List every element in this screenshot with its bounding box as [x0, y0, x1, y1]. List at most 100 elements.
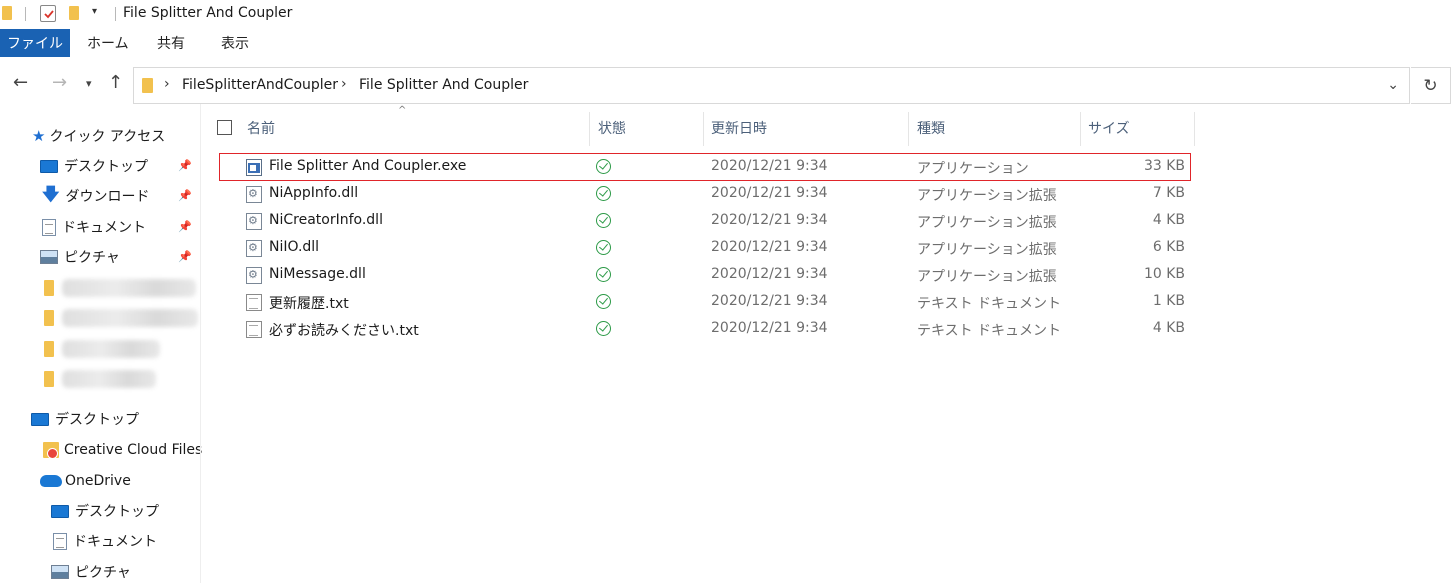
file-name: NiMessage.dll — [269, 266, 366, 282]
pictures-icon — [40, 250, 58, 264]
column-header-modified[interactable]: 更新日時 — [711, 108, 767, 148]
nav-label: クイック アクセス — [49, 129, 166, 145]
properties-icon[interactable] — [40, 5, 56, 22]
column-header-size[interactable]: サイズ — [1088, 108, 1130, 148]
column-header-name[interactable]: 名前 — [247, 108, 275, 148]
file-type: アプリケーション拡張 — [917, 269, 1057, 285]
desktop-icon — [31, 412, 49, 426]
nav-item-desktop[interactable]: デスクトップ — [40, 153, 148, 179]
refresh-button[interactable]: ↻ — [1411, 67, 1451, 104]
nav-item-folder[interactable] — [44, 366, 54, 392]
document-icon — [53, 532, 67, 550]
file-row[interactable]: NiCreatorInfo.dll 2020/12/21 9:34 アプリケーシ… — [201, 208, 1201, 235]
tab-view[interactable]: 表示 — [221, 29, 249, 57]
redacted-label — [62, 279, 196, 297]
file-name: File Splitter And Coupler.exe — [269, 158, 467, 174]
window-title: File Splitter And Coupler — [123, 5, 293, 21]
nav-item-onedrive-documents[interactable]: ドキュメント — [53, 528, 157, 554]
column-divider[interactable] — [1194, 112, 1195, 146]
file-size: 4 KB — [1152, 320, 1185, 336]
file-modified: 2020/12/21 9:34 — [711, 293, 828, 309]
column-header-status[interactable]: 状態 — [598, 108, 626, 148]
pictures-icon — [51, 565, 69, 579]
column-divider[interactable] — [908, 112, 909, 146]
pin-icon[interactable]: 📌 — [178, 159, 192, 172]
folder-icon — [44, 310, 54, 326]
nav-item-folder[interactable] — [44, 275, 54, 301]
select-all-checkbox[interactable] — [217, 120, 232, 135]
folder-icon — [142, 78, 153, 93]
pin-icon[interactable]: 📌 — [178, 220, 192, 233]
ribbon-tabs: ファイル ホーム 共有 表示 — [0, 29, 1456, 58]
text-file-icon — [246, 294, 262, 311]
breadcrumb-parent[interactable]: FileSplitterAndCoupler — [182, 77, 338, 93]
file-row[interactable]: NiIO.dll 2020/12/21 9:34 アプリケーション拡張 6 KB — [201, 235, 1201, 262]
nav-label: ピクチャ — [75, 565, 131, 581]
divider — [115, 7, 116, 21]
nav-item-onedrive-desktop[interactable]: デスクトップ — [51, 498, 159, 524]
file-size: 6 KB — [1152, 239, 1185, 255]
nav-item-creative-cloud[interactable]: Creative Cloud Files — [43, 437, 202, 463]
chevron-right-icon[interactable]: › — [341, 76, 347, 92]
nav-item-folder[interactable] — [44, 305, 54, 331]
pin-icon[interactable]: 📌 — [178, 250, 192, 263]
back-button[interactable]: ← — [13, 72, 28, 93]
file-modified: 2020/12/21 9:34 — [711, 239, 828, 255]
document-icon — [42, 218, 56, 236]
creative-cloud-folder-icon — [43, 442, 59, 459]
column-header-type[interactable]: 種類 — [917, 108, 945, 148]
nav-item-pictures[interactable]: ピクチャ — [40, 244, 120, 270]
file-row[interactable]: 必ずお読みください.txt 2020/12/21 9:34 テキスト ドキュメン… — [201, 316, 1201, 343]
nav-item-folder[interactable] — [44, 336, 54, 362]
sync-ok-icon — [596, 213, 611, 228]
nav-item-downloads[interactable]: 🡇 ダウンロード — [42, 183, 149, 209]
tab-share[interactable]: 共有 — [157, 29, 185, 57]
nav-item-onedrive[interactable]: OneDrive — [40, 468, 131, 494]
file-name: NiIO.dll — [269, 239, 320, 255]
chevron-right-icon[interactable]: › — [164, 76, 170, 92]
new-folder-icon[interactable] — [69, 6, 79, 20]
file-size: 1 KB — [1152, 293, 1185, 309]
dll-icon — [246, 186, 262, 203]
column-divider[interactable] — [703, 112, 704, 146]
file-name: NiAppInfo.dll — [269, 185, 359, 201]
nav-label: ドキュメント — [73, 534, 157, 550]
nav-item-desktop-root[interactable]: デスクトップ — [31, 406, 139, 432]
file-name: NiCreatorInfo.dll — [269, 212, 383, 228]
recent-locations-button[interactable]: ▾ — [86, 77, 92, 90]
file-modified: 2020/12/21 9:34 — [711, 320, 828, 336]
exe-icon — [246, 159, 262, 176]
column-divider[interactable] — [1080, 112, 1081, 146]
file-type: テキスト ドキュメント — [917, 323, 1062, 339]
download-icon: 🡇 — [42, 184, 60, 205]
file-row[interactable]: File Splitter And Coupler.exe 2020/12/21… — [201, 154, 1201, 181]
address-bar[interactable]: › FileSplitterAndCoupler › File Splitter… — [133, 67, 1410, 104]
forward-button[interactable]: → — [52, 72, 67, 93]
file-type: アプリケーション拡張 — [917, 215, 1057, 231]
nav-label: デスクトップ — [75, 504, 159, 520]
file-row[interactable]: NiMessage.dll 2020/12/21 9:34 アプリケーション拡張… — [201, 262, 1201, 289]
file-row[interactable]: 更新履歴.txt 2020/12/21 9:34 テキスト ドキュメント 1 K… — [201, 289, 1201, 316]
star-icon: ★ — [32, 127, 46, 145]
file-row[interactable]: NiAppInfo.dll 2020/12/21 9:34 アプリケーション拡張… — [201, 181, 1201, 208]
nav-item-documents[interactable]: ドキュメント — [42, 214, 146, 240]
nav-quick-access[interactable]: ★ クイック アクセス — [32, 123, 165, 149]
nav-label: ピクチャ — [64, 250, 120, 266]
column-divider[interactable] — [589, 112, 590, 146]
sync-ok-icon — [596, 159, 611, 174]
tab-home[interactable]: ホーム — [87, 29, 129, 57]
nav-label: ドキュメント — [62, 220, 146, 236]
nav-item-onedrive-pictures[interactable]: ピクチャ — [51, 559, 131, 583]
sync-ok-icon — [596, 267, 611, 282]
folder-icon — [44, 371, 54, 387]
redacted-label — [62, 309, 198, 327]
up-button[interactable]: ↑ — [108, 72, 123, 93]
breadcrumb-current[interactable]: File Splitter And Coupler — [359, 77, 528, 93]
chevron-down-icon[interactable]: ⌄ — [1387, 77, 1399, 93]
customize-toolbar-icon[interactable]: ▾ — [92, 6, 97, 17]
pin-icon[interactable]: 📌 — [178, 189, 192, 202]
redacted-label — [62, 370, 156, 388]
tab-file[interactable]: ファイル — [0, 29, 70, 57]
file-name: 更新履歴.txt — [269, 296, 349, 312]
file-list: ^ 名前 状態 更新日時 種類 サイズ File Splitter And Co… — [201, 104, 1456, 583]
